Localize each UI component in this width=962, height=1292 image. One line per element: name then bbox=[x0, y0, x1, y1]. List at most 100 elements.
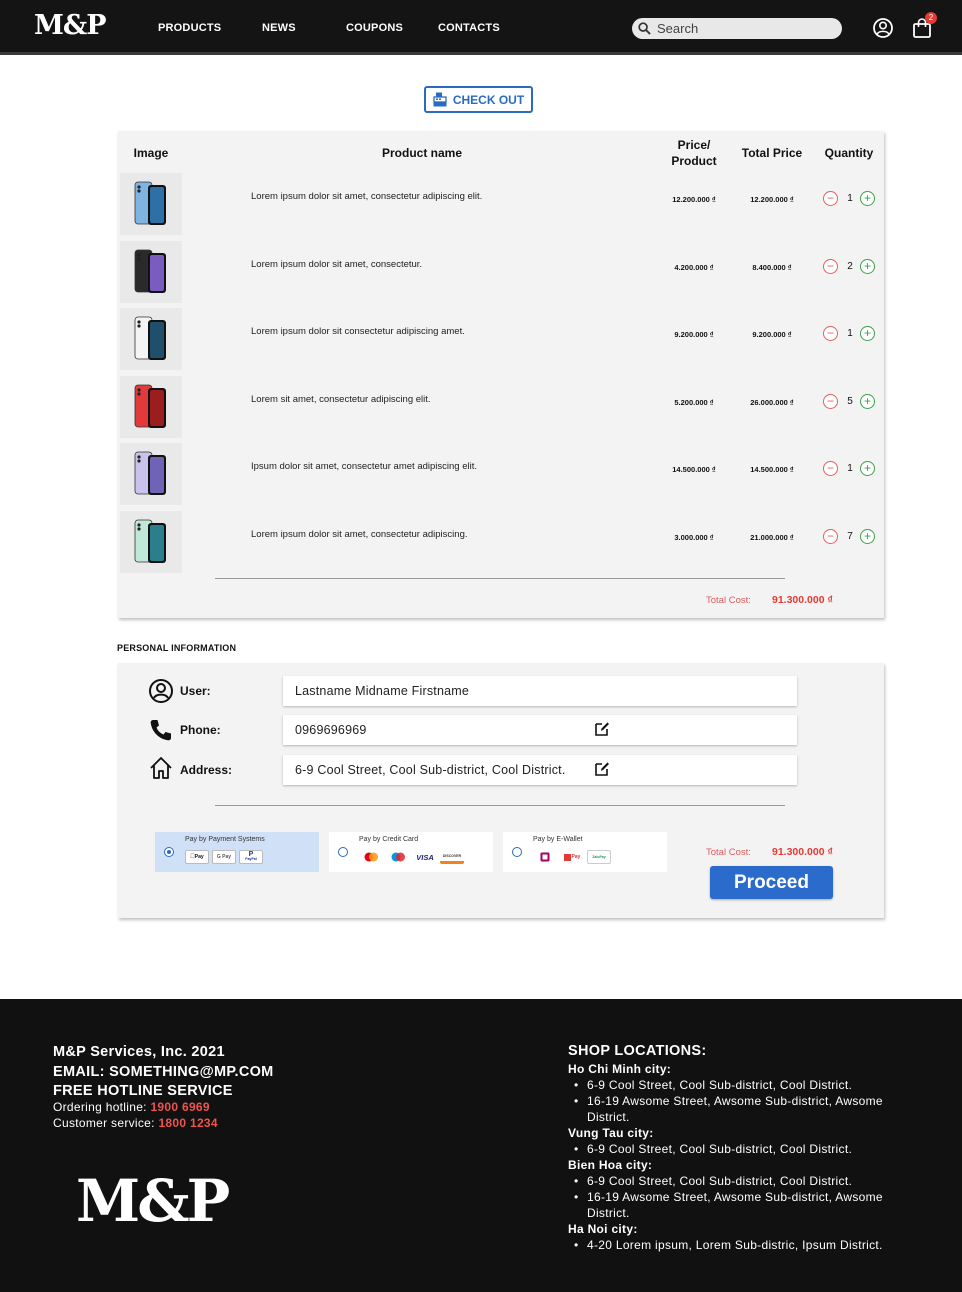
phone-field[interactable]: 0969696969 bbox=[283, 715, 797, 745]
location-city: Vung Tau city: bbox=[568, 1126, 654, 1140]
hotline-title: FREE HOTLINE SERVICE bbox=[53, 1083, 233, 1099]
top-nav-bar: M&P PRODUCTS NEWS COUPONS CONTACTS Searc… bbox=[0, 0, 962, 55]
location-address: 6-9 Cool Street, Cool Sub-district, Cool… bbox=[568, 1077, 908, 1093]
info-divider bbox=[215, 805, 785, 806]
radio-button[interactable] bbox=[164, 847, 174, 857]
maestro-logo bbox=[386, 850, 410, 864]
product-image[interactable] bbox=[120, 240, 182, 303]
radio-button[interactable] bbox=[512, 847, 522, 857]
personal-info-panel: User: Lastname Midname Firstname Phone: … bbox=[118, 663, 884, 918]
product-image[interactable] bbox=[120, 308, 182, 370]
cart-divider bbox=[215, 578, 785, 579]
payment-option-title: Pay by E-Wallet bbox=[533, 836, 583, 843]
unit-price: 5.200.000 ₫ bbox=[674, 397, 714, 407]
apple-pay-logo: Pay bbox=[185, 850, 209, 864]
company-name: M&P Services, Inc. 2021 bbox=[53, 1044, 225, 1060]
total-price: 21.000.000 ₫ bbox=[750, 532, 794, 542]
location-address: 6-9 Cool Street, Cool Sub-district, Cool… bbox=[568, 1141, 908, 1157]
user-label: User: bbox=[180, 684, 211, 698]
total-price: 8.400.000 ₫ bbox=[752, 262, 792, 272]
table-row: Lorem ipsum dolor sit amet, consectetur.… bbox=[118, 240, 884, 303]
user-field[interactable]: Lastname Midname Firstname bbox=[283, 676, 797, 706]
address-label: Address: bbox=[180, 763, 233, 777]
checkout-label: CHECK OUT bbox=[452, 92, 525, 107]
table-row: Ipsum dolor sit amet, consectetur amet a… bbox=[118, 443, 884, 505]
plus-icon[interactable]: + bbox=[860, 191, 875, 206]
customer-number[interactable]: 1800 1234 bbox=[158, 1116, 217, 1130]
product-image[interactable] bbox=[120, 443, 182, 505]
ordering-number[interactable]: 1900 6969 bbox=[150, 1100, 209, 1114]
unit-price: 9.200.000 ₫ bbox=[674, 330, 714, 339]
google-pay-logo: G Pay bbox=[212, 850, 236, 864]
product-image[interactable] bbox=[120, 173, 182, 235]
plus-icon[interactable]: + bbox=[860, 461, 875, 476]
nav-contacts[interactable]: CONTACTS bbox=[438, 22, 500, 34]
minus-icon[interactable]: − bbox=[823, 393, 838, 409]
payment-total-label: Total Cost: bbox=[706, 847, 751, 858]
payment-total-value: 91.300.000 ₫ bbox=[772, 846, 833, 858]
account-icon[interactable] bbox=[872, 17, 894, 39]
nav-news[interactable]: NEWS bbox=[262, 22, 296, 34]
edit-icon[interactable] bbox=[594, 721, 610, 737]
quantity-value: 2 bbox=[847, 260, 853, 272]
shop-locations-title: SHOP LOCATIONS: bbox=[568, 1043, 707, 1059]
product-name: Lorem ipsum dolor sit consectetur adipis… bbox=[251, 326, 465, 337]
discover-logo: DISCOVER bbox=[440, 850, 464, 864]
unit-price: 14.500.000 ₫ bbox=[672, 465, 716, 474]
plus-icon[interactable]: + bbox=[860, 528, 875, 544]
search-input[interactable]: Search bbox=[632, 18, 842, 39]
edit-icon[interactable] bbox=[594, 761, 610, 777]
paypal-logo: P PayPal bbox=[239, 850, 263, 864]
unit-price: 4.200.000 ₫ bbox=[674, 262, 714, 272]
address-field[interactable]: 6-9 Cool Street, Cool Sub-district, Cool… bbox=[283, 755, 797, 785]
location-address: 16-19 Awsome Street, Awsome Sub-district… bbox=[568, 1189, 908, 1221]
cash-register-icon bbox=[433, 92, 447, 107]
table-row: Lorem ipsum dolor sit amet, consectetur … bbox=[118, 510, 884, 573]
location-city: Ha Noi city: bbox=[568, 1222, 638, 1236]
quantity-value: 5 bbox=[847, 395, 853, 407]
unit-price: 12.200.000 ₫ bbox=[672, 195, 716, 204]
proceed-button[interactable]: Proceed bbox=[710, 866, 833, 899]
nav-coupons[interactable]: COUPONS bbox=[346, 22, 403, 34]
product-name: Ipsum dolor sit amet, consectetur amet a… bbox=[251, 461, 477, 472]
plus-icon[interactable]: + bbox=[860, 326, 875, 341]
checkout-button[interactable]: CHECK OUT bbox=[424, 86, 533, 113]
minus-icon[interactable]: − bbox=[823, 191, 838, 206]
table-row: Lorem ipsum dolor sit consectetur adipis… bbox=[118, 308, 884, 370]
nav-products[interactable]: PRODUCTS bbox=[158, 22, 221, 34]
footer-logo: M&P bbox=[76, 1167, 230, 1235]
quantity-value: 7 bbox=[847, 530, 853, 542]
checkout-page: M&P PRODUCTS NEWS COUPONS CONTACTS Searc… bbox=[0, 0, 962, 1292]
mastercard-logo bbox=[359, 850, 383, 864]
footer: M&P Services, Inc. 2021 EMAIL: SOMETHING… bbox=[0, 999, 962, 1292]
quantity-value: 1 bbox=[847, 328, 853, 339]
address-value: 6-9 Cool Street, Cool Sub-district, Cool… bbox=[295, 763, 566, 777]
payment-option-credit-card[interactable]: Pay by Credit Card VISA DISCOVER bbox=[329, 832, 493, 872]
radio-button[interactable] bbox=[338, 847, 348, 857]
total-price: 12.200.000 ₫ bbox=[750, 195, 794, 204]
phone-value: 0969696969 bbox=[295, 723, 367, 737]
company-email[interactable]: EMAIL: SOMETHING@MP.COM bbox=[53, 1063, 274, 1083]
total-price: 14.500.000 ₫ bbox=[750, 465, 794, 474]
personal-info-title: PERSONAL INFORMATION bbox=[117, 643, 237, 653]
plus-icon[interactable]: + bbox=[860, 258, 875, 274]
minus-icon[interactable]: − bbox=[823, 258, 838, 274]
minus-icon[interactable]: − bbox=[823, 326, 838, 341]
search-icon bbox=[638, 22, 651, 35]
zalopay-logo: ZaloPay bbox=[587, 850, 611, 864]
product-image[interactable] bbox=[120, 375, 182, 438]
column-header-quantity: Quantity bbox=[824, 146, 874, 160]
payment-option-e-wallet[interactable]: Pay by E-Wallet Pay ZaloPay bbox=[503, 832, 667, 872]
location-address: 16-19 Awsome Street, Awsome Sub-district… bbox=[568, 1093, 908, 1125]
shop-locations-list: Ho Chi Minh city:6-9 Cool Street, Cool S… bbox=[568, 1061, 908, 1253]
payment-option-systems[interactable]: Pay by Payment Systems Pay G Pay PPayPa… bbox=[155, 832, 319, 872]
total-price: 9.200.000 ₫ bbox=[752, 330, 792, 339]
product-image[interactable] bbox=[120, 510, 182, 573]
search-placeholder: Search bbox=[657, 21, 699, 36]
brand-logo[interactable]: M&P bbox=[34, 10, 107, 41]
plus-icon[interactable]: + bbox=[860, 393, 875, 409]
payment-option-title: Pay by Credit Card bbox=[359, 836, 419, 843]
minus-icon[interactable]: − bbox=[823, 528, 838, 544]
minus-icon[interactable]: − bbox=[823, 461, 838, 476]
user-icon bbox=[149, 679, 173, 703]
